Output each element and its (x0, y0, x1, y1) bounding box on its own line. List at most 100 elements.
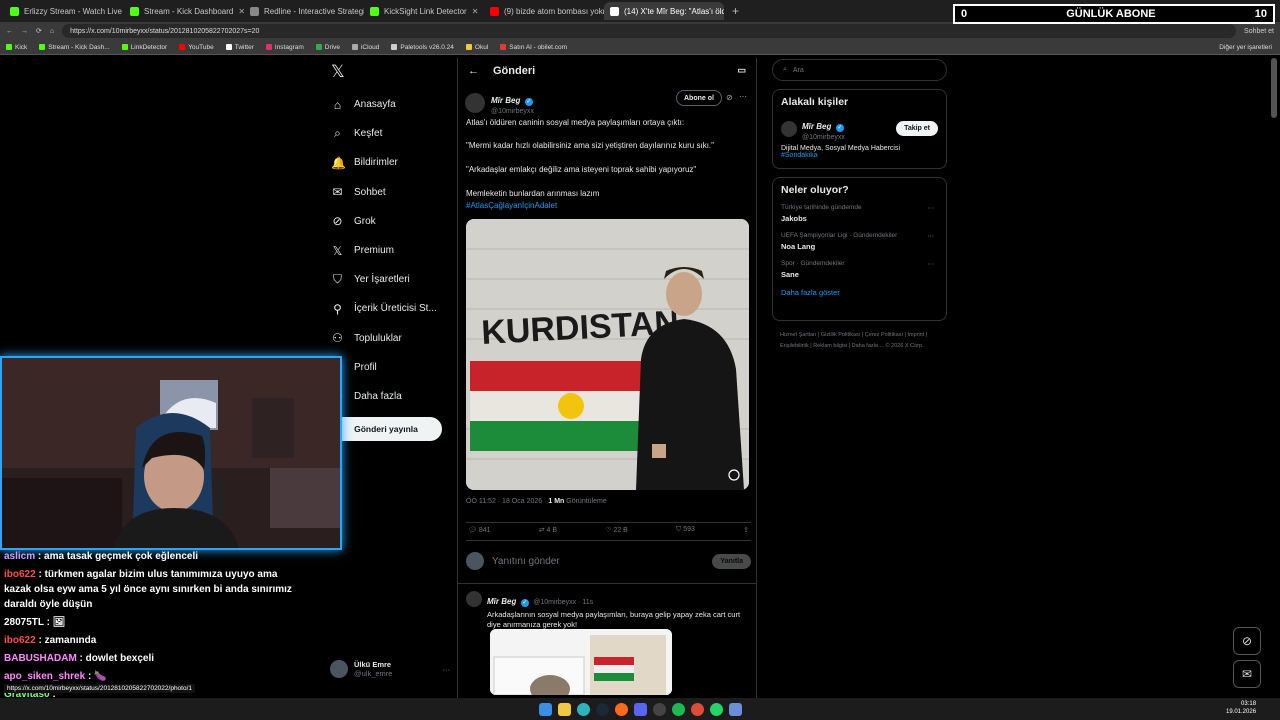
sidebar-item-chat[interactable]: ✉ Sohbet (323, 178, 453, 207)
footer-links[interactable]: Hizmet Şartları | Gizlilik Politikası | … (780, 330, 940, 352)
verified-icon: ✓ (835, 124, 844, 132)
reply-tweet-image[interactable] (490, 629, 672, 695)
retweet-action[interactable]: ⇄ 4 B (539, 526, 557, 534)
bookmark-item[interactable]: Okul (465, 44, 488, 51)
chat-button[interactable]: Sohbet et (1244, 28, 1274, 35)
bookmark-item[interactable]: Paletools v26.0.24 (391, 44, 454, 51)
sidebar-item-communities[interactable]: ⚇ Topluluklar (323, 324, 453, 353)
reader-icon[interactable]: ▭ (737, 65, 746, 76)
sidebar-item-profile[interactable]: ☺Profil (323, 353, 453, 382)
explore-icon: ⌕ (334, 126, 341, 141)
bookmark-item[interactable]: Kick (6, 44, 27, 51)
browser-tab[interactable]: (9) bizde atom bombası yokmu lk...✕ (484, 2, 604, 20)
browser-tab[interactable]: KickSight Link Detector ✕ (364, 2, 484, 20)
edge-icon[interactable] (576, 702, 590, 716)
like-action[interactable]: ♡ 22 B (605, 526, 628, 534)
bookmark-item[interactable]: Stream - Kick Dash... (39, 44, 110, 51)
chat-username[interactable]: ibo622 (4, 635, 36, 646)
sidebar-item-explore[interactable]: ⌕ Keşfet (323, 119, 453, 148)
share-icon[interactable]: ⇪ (743, 526, 749, 534)
messages-side-button[interactable]: ✉ (1233, 660, 1261, 688)
back-arrow-icon[interactable]: ← (468, 65, 479, 77)
sidebar-item-home[interactable]: ⌂ Anasayfa (323, 90, 453, 119)
grok-side-button[interactable]: ⊘ (1233, 627, 1261, 655)
browser-tab[interactable]: Redline - Interactive Strategic Map✕ (244, 2, 364, 20)
chat-username[interactable]: ibo622 (4, 569, 36, 580)
bookmark-item[interactable]: iCloud (351, 44, 379, 51)
show-more-link[interactable]: Daha fazla göster (781, 288, 938, 297)
related-name[interactable]: Mîr Beg (802, 122, 831, 131)
bookmark-action[interactable]: ⛉ 593 (676, 526, 695, 534)
refresh-icon[interactable]: ⟳ (36, 27, 42, 35)
chat-message: ibo622 : türkmen agalar bizim ulus tanım… (4, 569, 292, 610)
whatsapp-icon[interactable] (709, 702, 723, 716)
close-icon[interactable]: ✕ (472, 7, 479, 16)
grok-icon[interactable]: ⊘ (726, 93, 733, 102)
verified-icon: ✓ (520, 599, 529, 607)
chat-message: aslicm : ama tasak geçmek çok eğlenceli (4, 551, 199, 562)
sidebar-item-grok[interactable]: ⊘ Grok (323, 207, 453, 236)
clock[interactable]: 03:18 19.01.2026 (1226, 700, 1256, 716)
browser-tab[interactable]: Stream - Kick Dashboard ✕ (124, 2, 244, 20)
trend-item[interactable]: Türkiye tarihinde gündemde Jakobs ⋯ (781, 204, 938, 223)
url-input[interactable]: https://x.com/10mirbeyxx/status/20128102… (62, 24, 1237, 38)
more-icon[interactable]: ⋯ (739, 92, 747, 101)
tweet-image[interactable]: KURDISTAN (466, 219, 749, 490)
steam-icon[interactable] (595, 702, 609, 716)
trend-item[interactable]: Spor · Gündemdekiler Sane ⋯ (781, 260, 938, 279)
reply-button[interactable]: Yanıtla (712, 553, 751, 569)
scrollbar[interactable] (1271, 58, 1277, 118)
sidebar-item-bookmarks[interactable]: ⛉ Yer İşaretleri (323, 265, 453, 294)
avatar (466, 552, 484, 570)
chat-username[interactable]: 28075TL (4, 617, 44, 628)
chat-username[interactable]: apo_siken_shrek (4, 671, 85, 682)
more-icon[interactable]: ⋯ (928, 260, 935, 268)
obs-icon[interactable] (652, 702, 666, 716)
bookmark-item[interactable]: Drive (315, 44, 340, 51)
more-icon[interactable]: ⋯ (928, 232, 935, 240)
chrome-icon[interactable] (690, 702, 704, 716)
reply-action[interactable]: 💬︎ 841 (468, 526, 491, 534)
bookmark-item[interactable]: Satın Al - obilet.com (500, 44, 567, 51)
more-icon[interactable]: ⋯ (443, 665, 451, 674)
hashtag-link[interactable]: #AtlasÇağlayanİçinAdalet (466, 201, 751, 210)
trend-item[interactable]: UEFA Şampiyonlar Ligi · Gündemdekiler Noa… (781, 232, 938, 251)
tweet-author[interactable]: Mîr Beg ✓ @10mirbeyxx (465, 90, 534, 115)
home-icon[interactable]: ⌂ (50, 28, 54, 35)
account-switcher[interactable]: Ülkü Emre @ulk_emre ⋯ (330, 660, 450, 678)
x-logo-icon[interactable]: 𝕏 (331, 62, 453, 90)
forward-icon[interactable]: → (21, 28, 28, 35)
bio-hashtag[interactable]: #Sondakika (781, 152, 938, 159)
sidebar-item-label: Premium (354, 245, 395, 257)
browser-tab[interactable]: (14) X'te Mîr Beg: "Atlas'ı öldürü...✕ (604, 2, 724, 20)
back-icon[interactable]: ← (6, 28, 13, 35)
new-tab-icon[interactable]: + (732, 4, 739, 18)
bookmark-item[interactable]: Instagram (265, 44, 304, 51)
chat-message: 28075TL : 🖼 (4, 617, 66, 628)
sidebar-item-premium[interactable]: 𝕏 Premium (323, 236, 453, 265)
firefox-icon[interactable] (614, 702, 628, 716)
chat-username[interactable]: BABUSHADAM (4, 653, 77, 664)
bookmark-item[interactable]: Twitter (225, 44, 254, 51)
discord-icon[interactable] (633, 702, 647, 716)
reply-input[interactable]: Yanıtını gönder (492, 556, 704, 567)
sidebar-item-more[interactable]: ⋯Daha fazla (323, 382, 453, 411)
bookmark-item[interactable]: YouTube (179, 44, 214, 51)
account-name: Ülkü Emre (354, 660, 392, 669)
follow-button[interactable]: Takip et (896, 121, 938, 136)
spotify-icon[interactable] (671, 702, 685, 716)
file-explorer-icon[interactable] (557, 702, 571, 716)
chat-username[interactable]: aslicm (4, 551, 35, 562)
post-button[interactable]: Gönderi yayınla (330, 417, 442, 441)
search-input[interactable]: ⌕ Ara (772, 59, 947, 81)
bookmark-item[interactable]: LinkDetector (121, 44, 167, 51)
subscribe-button[interactable]: Abone ol (676, 90, 722, 106)
sidebar-item-notifications[interactable]: 🔔 Bildirimler (323, 148, 453, 177)
other-bookmarks[interactable]: Diğer yer işaretleri (1219, 44, 1272, 51)
app-icon[interactable] (728, 702, 742, 716)
browser-tab[interactable]: Erlizzy Stream - Watch Live on Kick✕ (4, 2, 124, 20)
sidebar-item-creator-studio[interactable]: ⚲ İçerik Üreticisi St... (323, 294, 453, 323)
more-icon[interactable]: ⋯ (928, 204, 935, 212)
windows-start-icon[interactable] (538, 702, 552, 716)
reply-tweet[interactable]: Mîr Beg ✓ @10mirbeyxx · 11s Arkadaşların… (466, 591, 751, 630)
